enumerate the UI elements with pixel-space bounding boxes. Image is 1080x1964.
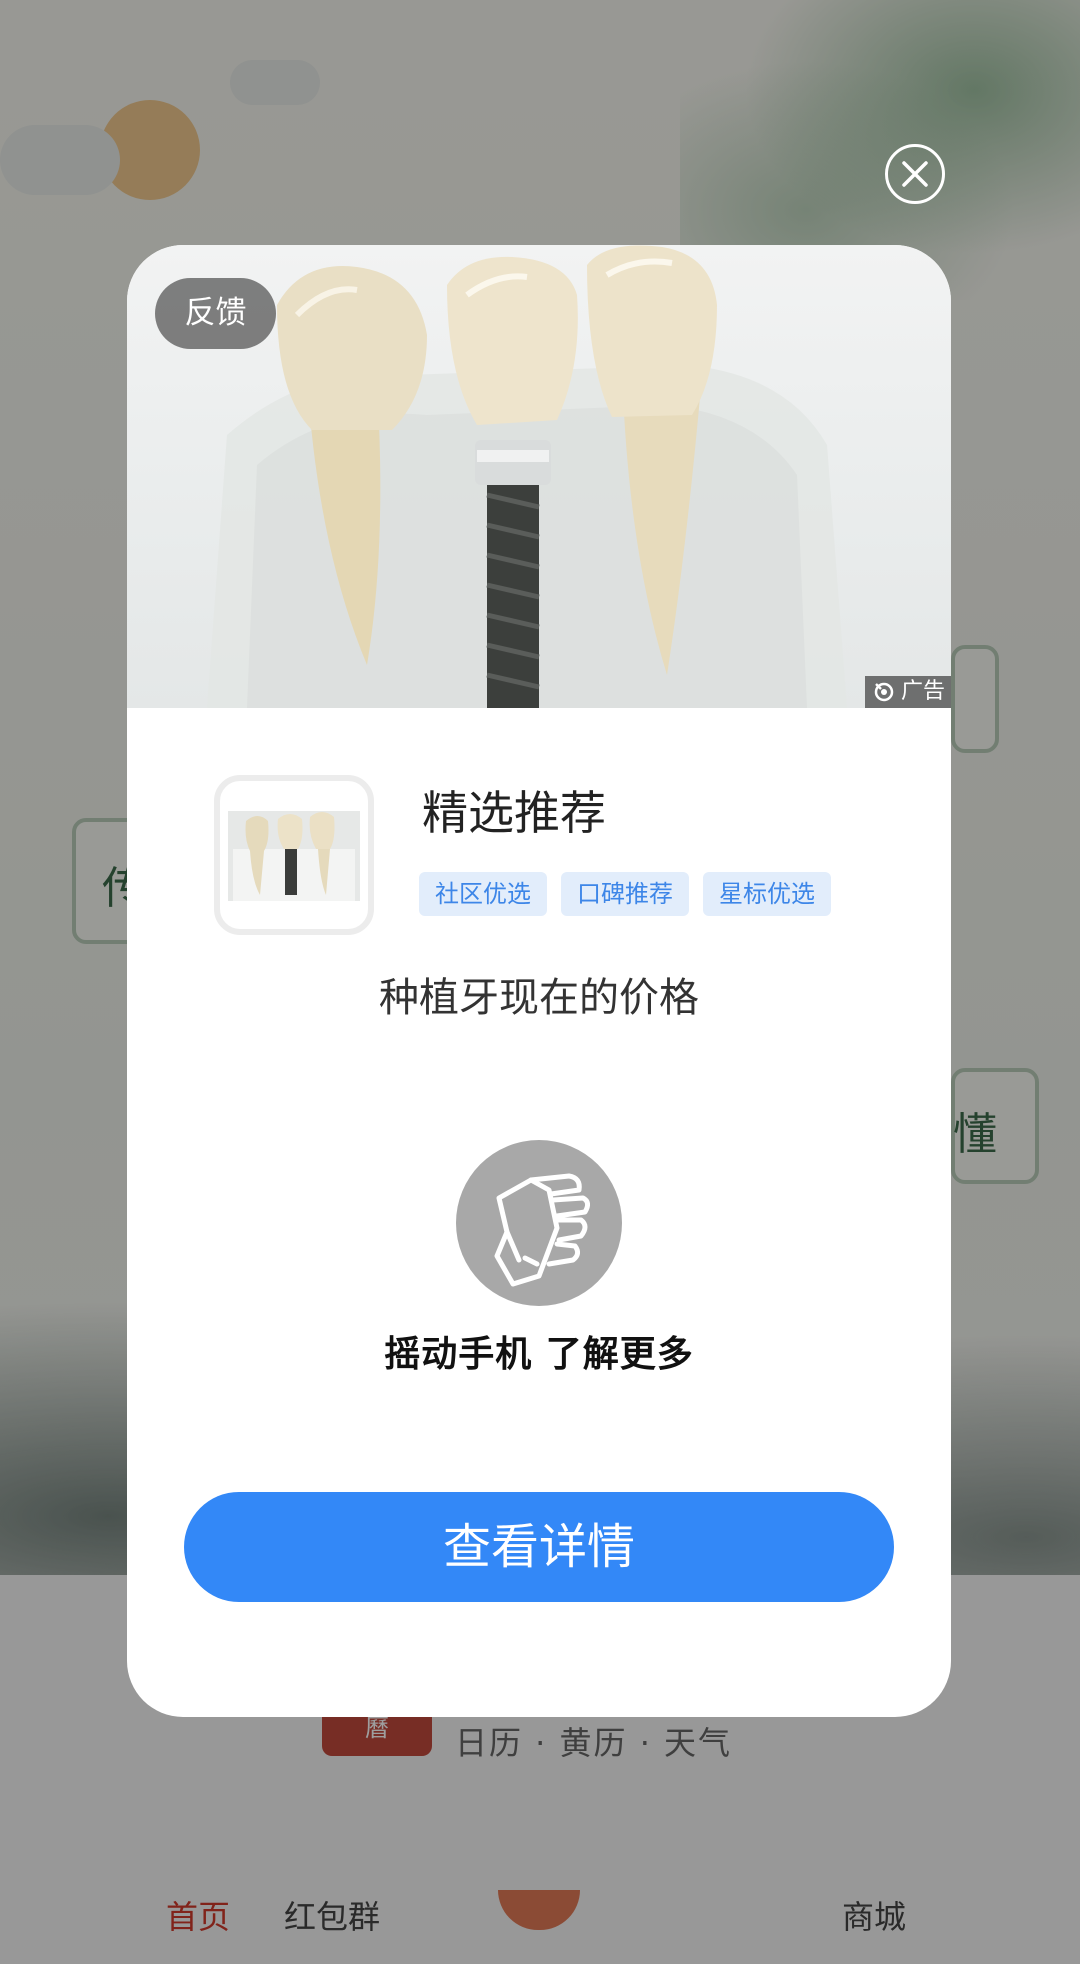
shake-indicator [456,1140,622,1306]
thumbnail-image [228,811,360,901]
shake-prompt: 摇动手机 了解更多 [384,1334,694,1375]
tag-list: 社区优选 口碑推荐 星标优选 [419,872,831,916]
ad-thumbnail[interactable] [214,775,374,935]
tag: 社区优选 [419,872,547,916]
ad-hero-image[interactable]: 反馈 广告 [127,245,951,708]
tag: 口碑推荐 [561,872,689,916]
view-details-button[interactable]: 查看详情 [184,1492,894,1602]
ad-eye-icon [874,682,894,702]
feedback-button[interactable]: 反馈 [155,278,276,349]
ad-description: 种植牙现在的价格 [379,975,699,1021]
close-icon [902,161,928,187]
shake-phone-hand-icon [494,1173,591,1287]
ad-badge: 广告 [864,676,951,708]
ad-title: 精选推荐 [422,786,606,840]
tag: 星标优选 [703,872,831,916]
ad-label: 广告 [900,679,945,704]
close-button[interactable] [885,144,945,204]
ad-modal: 反馈 广告 精选推荐 社区优选 口碑推荐 星标优选 种植牙现在的价格 摇动手机 … [127,245,951,1717]
